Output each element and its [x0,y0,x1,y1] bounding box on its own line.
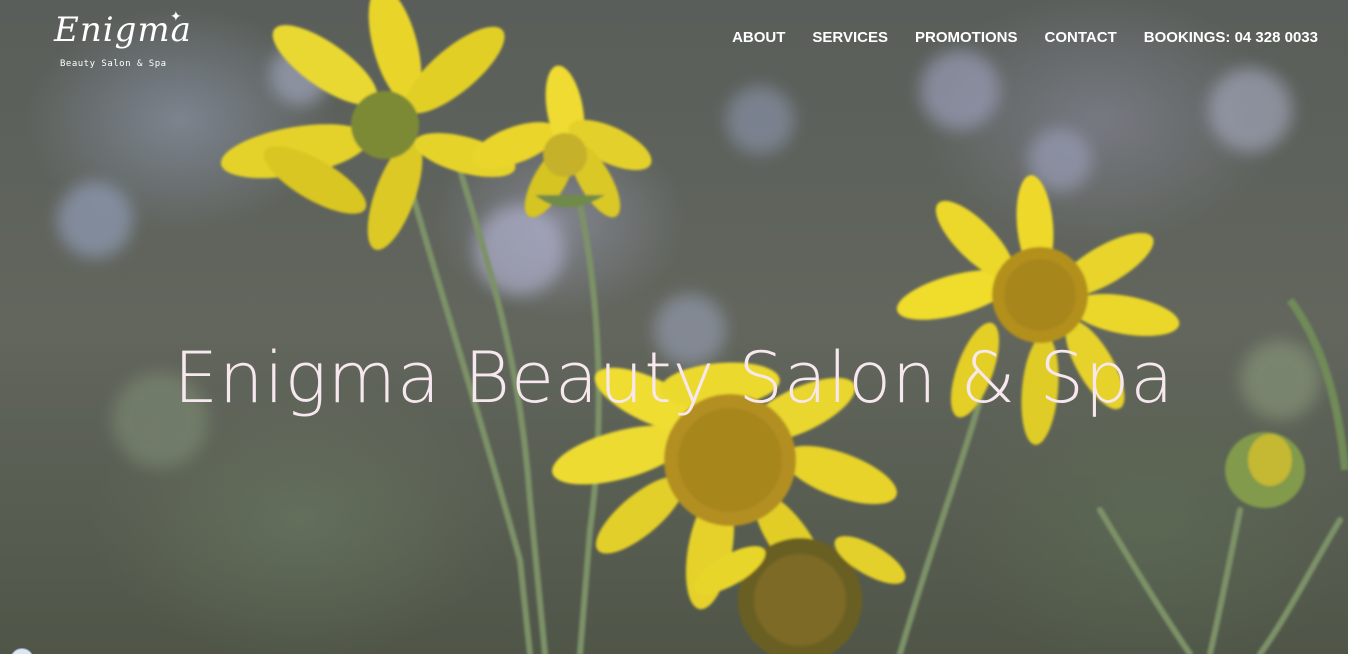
flower-top-left [220,0,652,250]
nav-item-promotions[interactable]: PROMOTIONS [915,28,1018,48]
nav-item-bookings[interactable]: BOOKINGS: 04 328 0033 [1144,28,1318,48]
hero-title: Enigma Beauty Salon & Spa [173,336,1175,419]
nav-item-contact[interactable]: CONTACT [1045,28,1117,48]
brand-logo[interactable]: Enigma ✦ Beauty Salon & Spa [52,8,192,74]
nav-item-about[interactable]: ABOUT [732,28,785,48]
logo-tagline: Beauty Salon & Spa [60,59,167,69]
main-nav: ABOUT SERVICES PROMOTIONS CONTACT BOOKIN… [732,28,1318,48]
sparkle-icon: ✦ [170,9,182,25]
hero-background-photo [57,0,1348,654]
hero-section: Enigma ✦ Beauty Salon & Spa ABOUT SERVIC… [0,0,1348,654]
nav-item-services[interactable]: SERVICES [812,28,888,48]
